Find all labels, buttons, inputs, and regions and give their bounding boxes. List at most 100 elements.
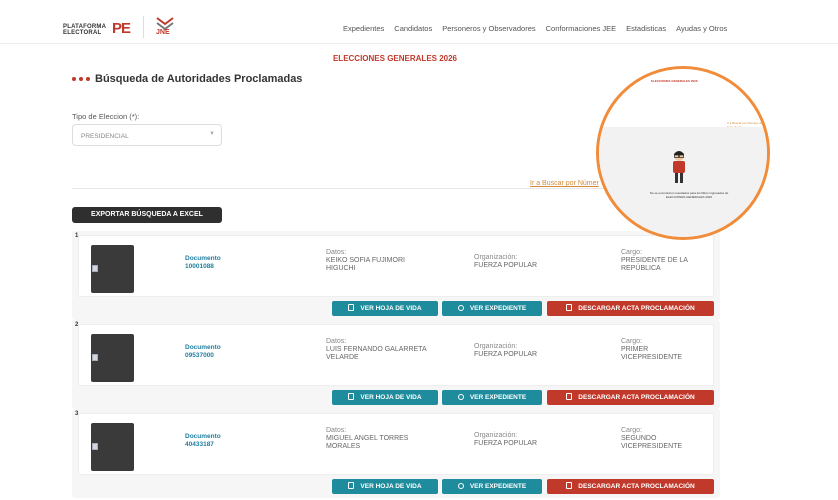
result-actions: VER HOJA DE VIDA VER EXPEDIENTE DESCARGA… — [72, 479, 720, 495]
cargo-label: Cargo: — [621, 427, 643, 434]
datos-value: LUIS FERNANDO GALARRETA VELARDE — [326, 346, 427, 361]
nav-conformaciones[interactable]: Conformaciones JEE — [546, 24, 616, 33]
ver-hoja-de-vida-button[interactable]: VER HOJA DE VIDA — [332, 301, 438, 316]
result-card-body: Documento 09537000 Datos: LUIS FERNANDO … — [78, 324, 714, 386]
organizacion-label: Organización: — [474, 432, 518, 439]
datos-value: MIGUEL ANGEL TORRES MORALES — [326, 435, 409, 450]
ver-hoja-label: VER HOJA DE VIDA — [360, 305, 422, 312]
no-results-message: No se encontraron resultados para los fi… — [649, 191, 729, 199]
organizacion-field: Organización: FUERZA POPULAR — [474, 432, 574, 448]
search-icon — [457, 305, 464, 311]
datos-value: KEIKO SOFIA FUJIMORI HIGUCHI — [326, 257, 405, 272]
datos-label: Datos: — [326, 338, 347, 345]
search-icon — [457, 483, 464, 489]
organizacion-label: Organización: — [474, 343, 518, 350]
organizacion-value: FUERZA POPULAR — [474, 351, 538, 358]
ver-expediente-label: VER EXPEDIENTE — [469, 483, 527, 490]
jne-emblem-icon[interactable] — [154, 14, 176, 40]
result-actions: VER HOJA DE VIDA VER EXPEDIENTE DESCARGA… — [72, 390, 720, 406]
zoom-header: ELECCIONES GENERALES 2026 Búsqueda Ir a … — [599, 69, 767, 129]
logo-divider — [143, 16, 144, 38]
documento-number[interactable]: 40433187 — [185, 441, 214, 448]
title-dot-icon — [79, 77, 83, 81]
result-actions: VER HOJA DE VIDA VER EXPEDIENTE DESCARGA… — [72, 301, 720, 317]
descargar-acta-label: DESCARGAR ACTA PROCLAMACIÓN — [578, 305, 695, 312]
nav-ayudas[interactable]: Ayudas y Otros — [676, 24, 727, 33]
cargo-label: Cargo: — [621, 338, 643, 345]
documento-label[interactable]: Documento — [185, 344, 221, 351]
plataforma-electoral-logo[interactable]: PLATAFORMA ELECTORAL — [63, 24, 106, 36]
ver-expediente-label: VER EXPEDIENTE — [469, 394, 527, 401]
main-nav: Expedientes Candidatos Personeros y Obse… — [343, 24, 727, 33]
zoom-body: No se encontraron resultados para los fi… — [599, 127, 767, 237]
nav-personeros[interactable]: Personeros y Observadores — [442, 24, 535, 33]
cargo-value: SEGUNDO VICEPRESIDENTE — [621, 435, 683, 450]
organizacion-value: FUERZA POPULAR — [474, 262, 538, 269]
person-illustration-icon — [673, 151, 685, 183]
chevron-down-icon: ▼ — [209, 131, 215, 137]
tipo-eleccion-label: Tipo de Eleccion (*): — [72, 112, 140, 121]
result-card: 3 Documento 40433187 Datos: MIGUEL ANGEL… — [72, 409, 720, 498]
title-dot-icon — [72, 77, 76, 81]
organizacion-field: Organización: FUERZA POPULAR — [474, 254, 574, 270]
documento-number[interactable]: 10001088 — [185, 263, 214, 270]
pe-logo: PE — [112, 20, 131, 37]
documento-number[interactable]: 09537000 — [185, 352, 214, 359]
download-icon — [566, 482, 573, 489]
ir-buscar-numero-link[interactable]: Ir a Buscar por Númer — [530, 180, 599, 187]
logo-line2: ELECTORAL — [63, 30, 102, 36]
broken-image-icon — [92, 354, 98, 361]
download-icon — [566, 393, 573, 400]
ver-hoja-label: VER HOJA DE VIDA — [360, 483, 422, 490]
nav-candidatos[interactable]: Candidatos — [394, 24, 432, 33]
organizacion-value: FUERZA POPULAR — [474, 440, 538, 447]
top-header: PLATAFORMA ELECTORAL PE JNE Expedientes … — [0, 0, 838, 44]
result-card: 2 Documento 09537000 Datos: LUIS FERNAND… — [72, 320, 720, 409]
tipo-eleccion-value: PRESIDENCIAL — [81, 133, 129, 140]
ver-expediente-button[interactable]: VER EXPEDIENTE — [442, 301, 542, 316]
cargo-value: PRIMER VICEPRESIDENTE — [621, 346, 683, 361]
datos-field: Datos: LUIS FERNANDO GALARRETA VELARDE — [326, 338, 431, 362]
descargar-acta-button[interactable]: DESCARGAR ACTA PROCLAMACIÓN — [547, 390, 714, 405]
descargar-acta-button[interactable]: DESCARGAR ACTA PROCLAMACIÓN — [547, 479, 714, 494]
cargo-field: Cargo: PRIMER VICEPRESIDENTE — [621, 338, 711, 362]
document-icon — [348, 304, 355, 311]
zoom-magnifier: ELECCIONES GENERALES 2026 Búsqueda Ir a … — [596, 66, 770, 240]
ver-hoja-de-vida-button[interactable]: VER HOJA DE VIDA — [332, 390, 438, 405]
zoom-title: ELECCIONES GENERALES 2026 — [651, 79, 698, 83]
cargo-value: PRESIDENTE DE LA REPÚBLICA — [621, 257, 688, 272]
ver-hoja-de-vida-button[interactable]: VER HOJA DE VIDA — [332, 479, 438, 494]
nav-expedientes[interactable]: Expedientes — [343, 24, 384, 33]
descargar-acta-label: DESCARGAR ACTA PROCLAMACIÓN — [578, 483, 695, 490]
document-icon — [348, 482, 355, 489]
ver-expediente-button[interactable]: VER EXPEDIENTE — [442, 479, 542, 494]
jne-logo-text: JNE — [156, 29, 170, 36]
organizacion-field: Organización: FUERZA POPULAR — [474, 343, 574, 359]
candidate-photo — [91, 334, 134, 382]
ver-hoja-label: VER HOJA DE VIDA — [360, 394, 422, 401]
page: PLATAFORMA ELECTORAL PE JNE Expedientes … — [0, 0, 838, 500]
candidate-photo — [91, 245, 134, 293]
descargar-acta-button[interactable]: DESCARGAR ACTA PROCLAMACIÓN — [547, 301, 714, 316]
result-card: 1 Documento 10001088 Datos: KEIKO SOFIA … — [72, 231, 720, 320]
documento-label[interactable]: Documento — [185, 433, 221, 440]
election-title: ELECCIONES GENERALES 2026 — [332, 54, 458, 63]
page-title-text: Búsqueda de Autoridades Proclamadas — [95, 73, 303, 85]
title-dot-icon — [86, 77, 90, 81]
document-icon — [348, 393, 355, 400]
ver-expediente-button[interactable]: VER EXPEDIENTE — [442, 390, 542, 405]
nav-estadisticas[interactable]: Estadisticas — [626, 24, 666, 33]
zoom-subtitle: Búsqueda — [613, 87, 628, 91]
datos-field: Datos: MIGUEL ANGEL TORRES MORALES — [326, 427, 431, 451]
page-title: Búsqueda de Autoridades Proclamadas — [72, 73, 302, 85]
broken-image-icon — [92, 265, 98, 272]
result-card-body: Documento 40433187 Datos: MIGUEL ANGEL T… — [78, 413, 714, 475]
result-card-body: Documento 10001088 Datos: KEIKO SOFIA FU… — [78, 235, 714, 297]
export-excel-button[interactable]: EXPORTAR BÚSQUEDA A EXCEL — [72, 207, 222, 223]
organizacion-label: Organización: — [474, 254, 518, 261]
tipo-eleccion-select[interactable]: PRESIDENCIAL ▼ — [72, 124, 222, 146]
descargar-acta-label: DESCARGAR ACTA PROCLAMACIÓN — [578, 394, 695, 401]
datos-label: Datos: — [326, 427, 347, 434]
documento-label[interactable]: Documento — [185, 255, 221, 262]
cargo-field: Cargo: SEGUNDO VICEPRESIDENTE — [621, 427, 711, 451]
